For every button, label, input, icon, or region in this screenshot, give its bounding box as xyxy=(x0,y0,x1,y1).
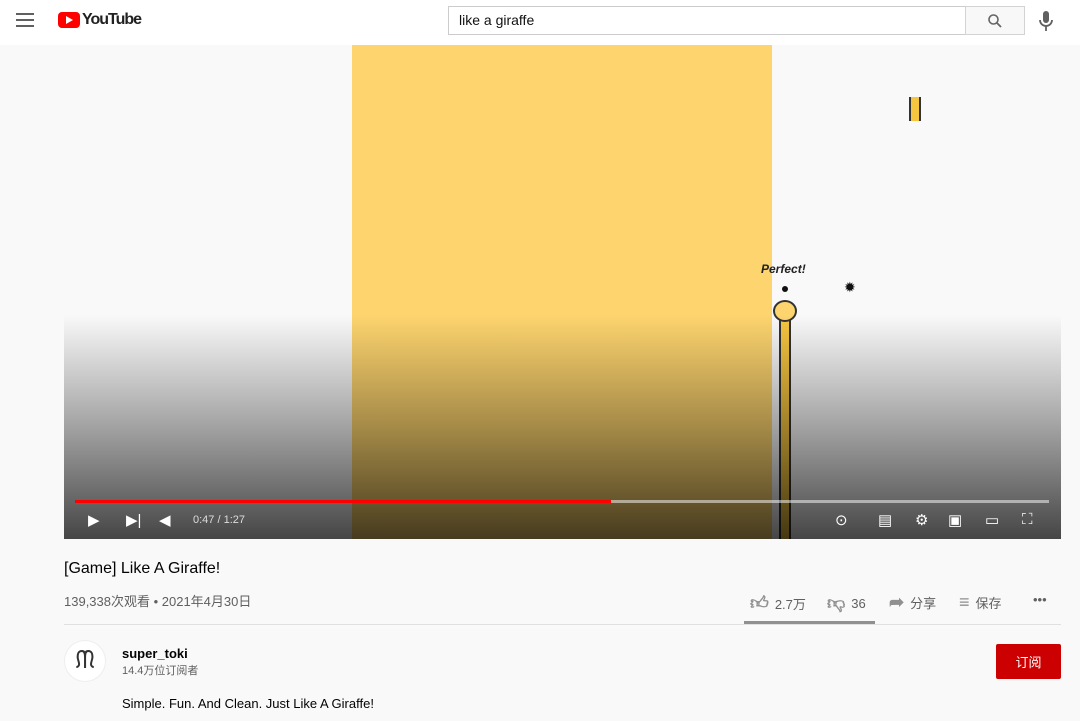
dislike-count: 36 xyxy=(851,595,866,611)
volume-icon[interactable]: ◀ xyxy=(159,511,171,529)
playlist-add-icon: ≡ xyxy=(959,592,970,612)
video-meta: 139,338次观看 • 2021年4月30日 xyxy=(64,594,252,609)
fullscreen-icon[interactable]: ⛶ xyxy=(1022,511,1033,528)
divider xyxy=(64,624,1061,625)
gear-icon: ✹ xyxy=(844,279,856,295)
more-button[interactable]: ••• xyxy=(1033,592,1047,607)
share-icon: ➦ xyxy=(889,592,905,612)
save-button[interactable]: ≡ 保存 xyxy=(959,592,1002,613)
video-title: [Game] Like A Giraffe! xyxy=(64,560,221,577)
channel-avatar[interactable]: ᙏ xyxy=(64,640,106,682)
share-label: 分享 xyxy=(910,596,937,611)
mic-icon[interactable] xyxy=(1036,10,1056,32)
channel-name[interactable]: super_toki xyxy=(122,646,188,661)
top-bar: YouTube like a giraffe xyxy=(0,0,1080,45)
play-logo-icon xyxy=(58,12,80,28)
subtitles-icon[interactable]: ▤ xyxy=(878,511,892,529)
dislike-button[interactable]: 👎︎ 36 xyxy=(827,592,866,614)
search-button[interactable] xyxy=(965,6,1025,35)
youtube-logo[interactable]: YouTube xyxy=(58,11,142,29)
falling-neck-piece xyxy=(909,97,921,121)
search-input[interactable]: like a giraffe xyxy=(448,6,966,35)
like-button[interactable]: 👍︎ 2.7万 xyxy=(750,592,806,614)
play-icon[interactable]: ▶ xyxy=(88,511,100,529)
logo-text: YouTube xyxy=(82,11,142,28)
perfect-text: Perfect! xyxy=(761,262,806,276)
next-icon[interactable]: ▶| xyxy=(126,511,141,529)
progress-bar[interactable] xyxy=(75,500,1049,503)
thumbs-up-icon: 👍︎ xyxy=(750,593,769,613)
thumbs-down-icon: 👎︎ xyxy=(827,593,846,613)
save-label: 保存 xyxy=(975,596,1002,611)
autoplay-toggle[interactable]: ⊙ xyxy=(835,511,848,529)
search-icon xyxy=(988,13,1002,28)
share-button[interactable]: ➦ 分享 xyxy=(889,592,936,613)
menu-icon[interactable] xyxy=(16,13,34,27)
theater-icon[interactable]: ▭ xyxy=(985,511,999,529)
ball xyxy=(782,286,788,292)
more-icon: ••• xyxy=(1033,592,1047,607)
subscribe-button[interactable]: 订阅 xyxy=(996,644,1061,679)
like-count: 2.7万 xyxy=(774,596,806,612)
progress-fill xyxy=(75,500,611,503)
video-description: Simple. Fun. And Clean. Just Like A Gira… xyxy=(122,696,374,711)
miniplayer-icon[interactable]: ▣ xyxy=(948,511,962,529)
video-player[interactable]: Perfect! ✹ ▶ ▶| ◀ 0:47 / 1:27 ⊙ ▤ ⚙ ▣ ▭ … xyxy=(64,45,1061,539)
subscriber-count: 14.4万位订阅者 xyxy=(122,665,199,677)
settings-icon[interactable]: ⚙ xyxy=(915,511,928,529)
time-display: 0:47 / 1:27 xyxy=(193,514,245,526)
controls-gradient xyxy=(64,315,1061,539)
